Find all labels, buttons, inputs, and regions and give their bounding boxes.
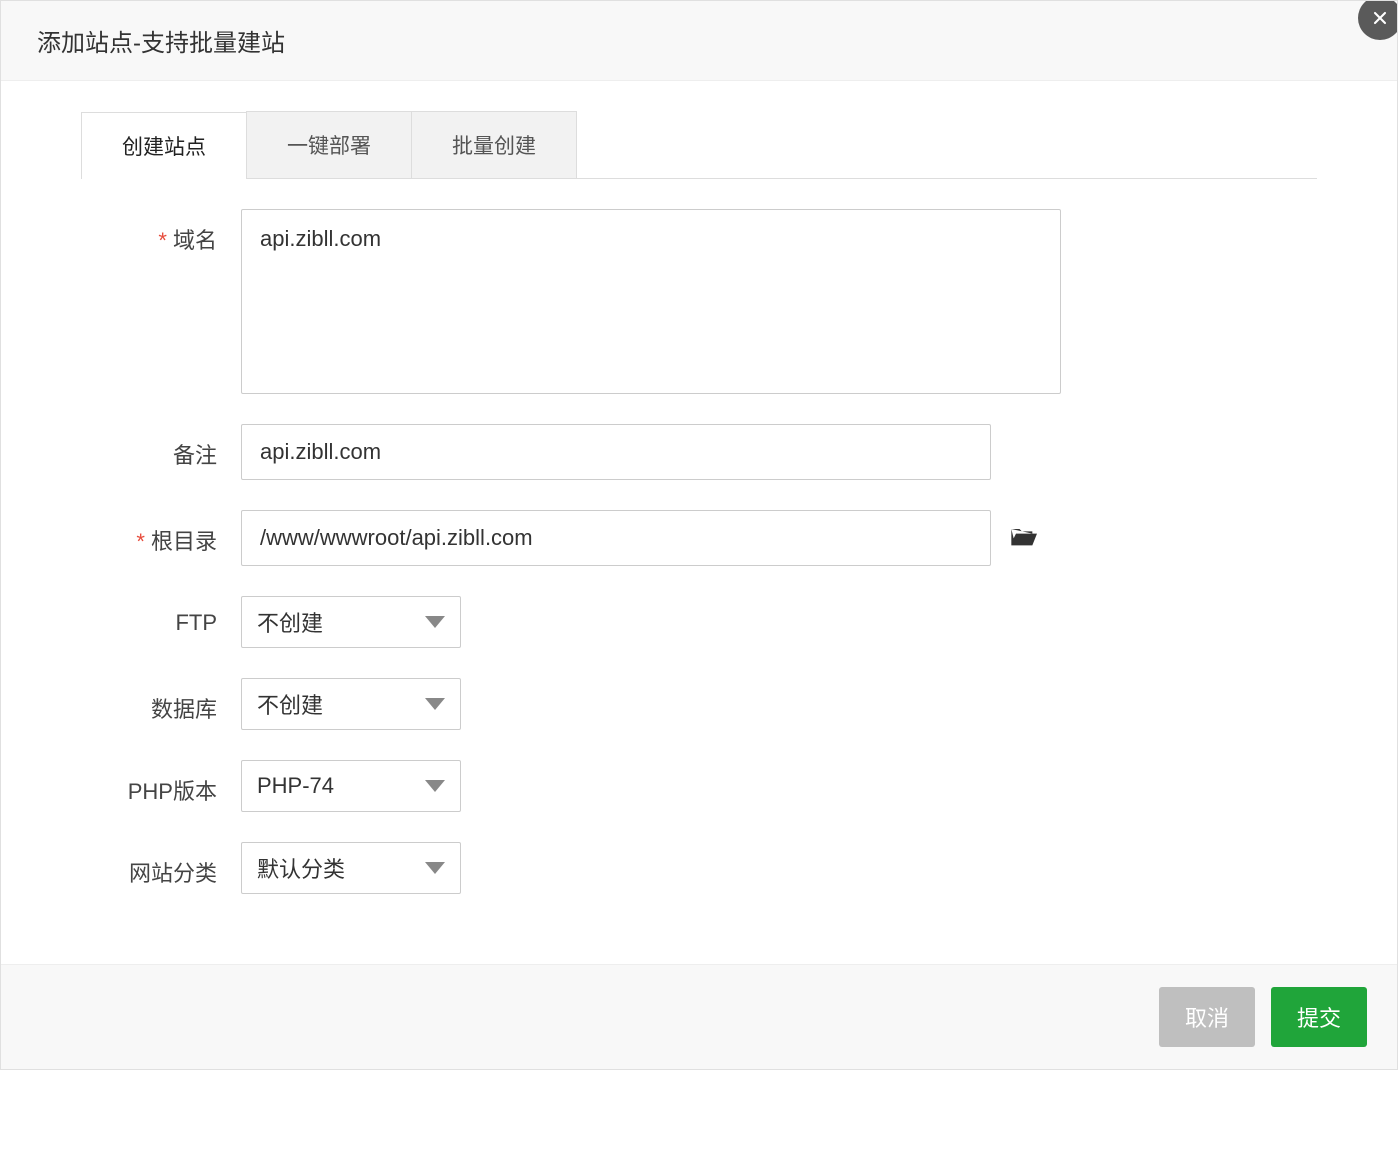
- required-mark: *: [158, 228, 167, 253]
- label-domain: *域名: [81, 209, 241, 255]
- domain-input[interactable]: [241, 209, 1061, 394]
- chevron-down-icon: [425, 698, 445, 710]
- category-select-value: 默认分类: [257, 852, 345, 884]
- close-button[interactable]: [1358, 0, 1398, 40]
- label-category: 网站分类: [81, 842, 241, 888]
- ftp-select-value: 不创建: [257, 606, 323, 638]
- ftp-select[interactable]: 不创建: [241, 596, 461, 648]
- chevron-down-icon: [425, 862, 445, 874]
- modal-header: 添加站点-支持批量建站: [1, 1, 1397, 81]
- label-ftp: FTP: [81, 596, 241, 636]
- tab-one-click-deploy[interactable]: 一键部署: [246, 111, 412, 178]
- row-remark: 备注: [81, 424, 1317, 480]
- category-select[interactable]: 默认分类: [241, 842, 461, 894]
- tab-batch-create[interactable]: 批量创建: [411, 111, 577, 178]
- modal-title: 添加站点-支持批量建站: [37, 23, 1361, 58]
- php-select[interactable]: PHP-74: [241, 760, 461, 812]
- modal-body: 创建站点 一键部署 批量创建 *域名 备注 *根目录 FTP: [1, 81, 1397, 964]
- chevron-down-icon: [425, 616, 445, 628]
- modal-footer: 取消 提交: [1, 964, 1397, 1069]
- close-icon: [1370, 8, 1390, 28]
- cancel-button[interactable]: 取消: [1159, 987, 1255, 1047]
- database-select[interactable]: 不创建: [241, 678, 461, 730]
- database-select-value: 不创建: [257, 688, 323, 720]
- row-database: 数据库 不创建: [81, 678, 1317, 730]
- label-database: 数据库: [81, 678, 241, 724]
- label-root: *根目录: [81, 510, 241, 556]
- tabs: 创建站点 一键部署 批量创建: [81, 111, 1317, 179]
- remark-input[interactable]: [241, 424, 991, 480]
- root-input[interactable]: [241, 510, 991, 566]
- add-site-modal: 添加站点-支持批量建站 创建站点 一键部署 批量创建 *域名 备注 *根目录: [0, 0, 1398, 1070]
- required-mark: *: [136, 529, 145, 554]
- chevron-down-icon: [425, 780, 445, 792]
- label-remark: 备注: [81, 424, 241, 470]
- row-php: PHP版本 PHP-74: [81, 760, 1317, 812]
- submit-button[interactable]: 提交: [1271, 987, 1367, 1047]
- folder-open-icon: [1009, 524, 1037, 548]
- root-input-group: [241, 510, 1037, 566]
- php-select-value: PHP-74: [257, 773, 334, 799]
- row-category: 网站分类 默认分类: [81, 842, 1317, 894]
- row-root: *根目录: [81, 510, 1317, 566]
- label-php: PHP版本: [81, 760, 241, 806]
- row-ftp: FTP 不创建: [81, 596, 1317, 648]
- row-domain: *域名: [81, 209, 1317, 394]
- tab-create-site[interactable]: 创建站点: [81, 112, 247, 179]
- browse-folder-button[interactable]: [1009, 524, 1037, 553]
